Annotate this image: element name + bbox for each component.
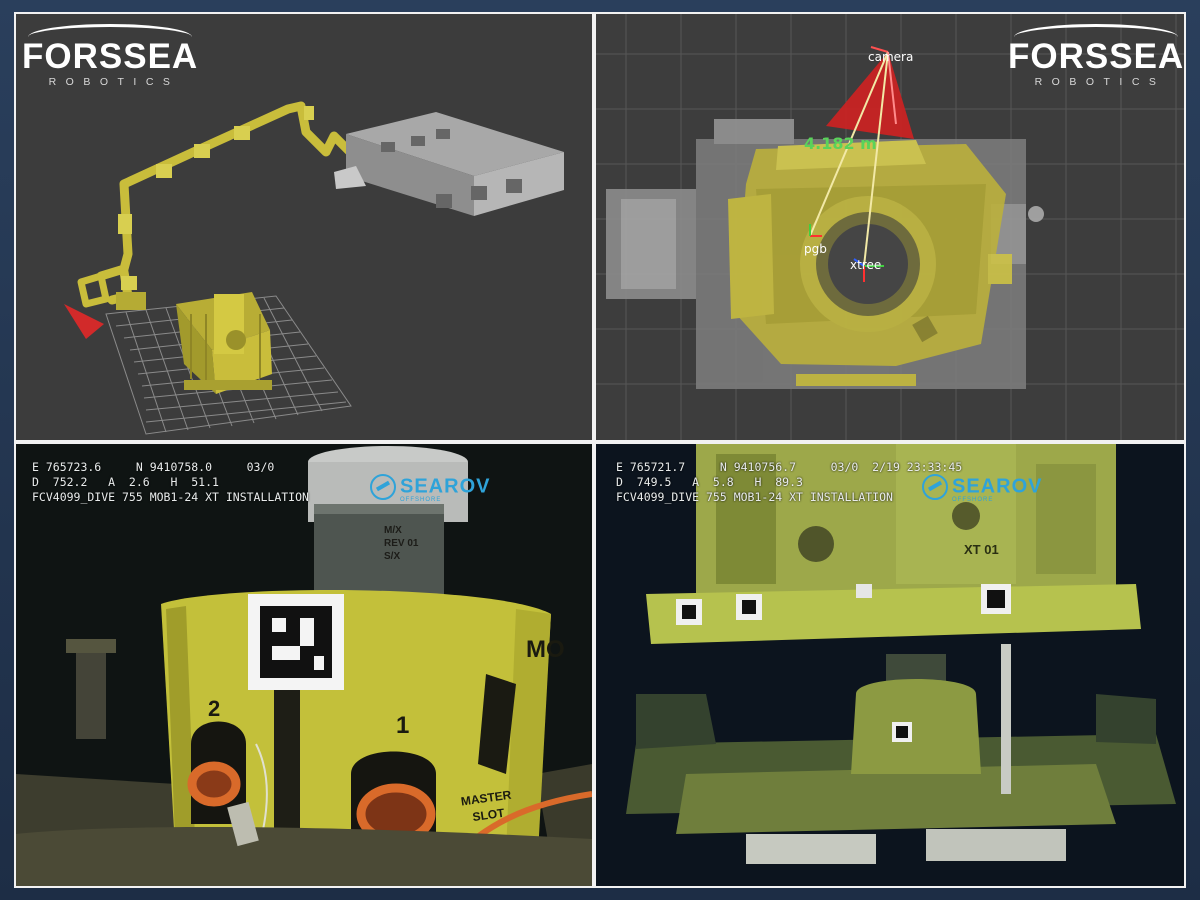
searov-emblem-icon <box>370 474 396 500</box>
forssea-logo: FORSSEA ROBOTICS <box>22 24 198 89</box>
rviz-overview-view[interactable]: FORSSEA ROBOTICS <box>16 14 592 440</box>
master-slot-label: MASTER SLOT <box>460 787 513 825</box>
logo-tagline: ROBOTICS <box>1034 76 1166 88</box>
searov-logo-text: SEAROV <box>952 475 1043 498</box>
searov-logo-subtext: OFFSHORE <box>400 497 442 503</box>
logo-brand-text: FORSSEA <box>1008 37 1184 76</box>
tree-mandrel <box>308 446 468 594</box>
camera-frame-label: camera <box>868 50 914 64</box>
hud-depth-line: D 752.2 A 2.6 H 51.1 <box>32 475 219 489</box>
hud-position-line: E 765723.6 N 9410758.0 03/0 <box>32 460 275 474</box>
camera-frustum-icon <box>64 304 104 339</box>
quad-view-container: FORSSEA ROBOTICS camera 4.182 m pgb xtre… <box>14 12 1186 888</box>
forssea-logo: FORSSEA ROBOTICS <box>1008 24 1184 89</box>
feed-right-scene <box>596 444 1184 886</box>
rov-camera-feed-left[interactable]: 2 1 MO MASTER SLOT M/X REV 01 S/X E 7657… <box>16 444 592 886</box>
hud-dive-line: FCV4099_DIVE 755 MOB1-24 XT INSTALLATION <box>616 490 893 504</box>
rov-camera-feed-right[interactable]: XT 01 E 765721.7 N 9410756.7 03/0 2/19 2… <box>596 444 1184 886</box>
hud-overlay: E 765721.7 N 9410756.7 03/0 2/19 23:33:4… <box>616 460 962 505</box>
searov-logo-subtext: OFFSHORE <box>952 497 994 503</box>
logo-arc <box>28 24 192 37</box>
logo-tagline: ROBOTICS <box>48 76 180 88</box>
searov-logo-text: SEAROV <box>400 475 491 498</box>
hud-dive-line: FCV4099_DIVE 755 MOB1-24 XT INSTALLATION <box>32 490 309 504</box>
slot-number-2: 2 <box>208 696 221 721</box>
xtree-structure <box>176 292 272 394</box>
slot-number-1: 1 <box>396 712 410 739</box>
distance-label: 4.182 m <box>804 134 877 153</box>
searov-logo: SEAROV OFFSHORE <box>370 474 490 503</box>
hud-position-line: E 765721.7 N 9410756.7 03/0 2/19 23:33:4… <box>616 460 963 474</box>
hud-overlay: E 765723.6 N 9410758.0 03/0 D 752.2 A 2.… <box>32 460 309 505</box>
tree-id-tag: XT 01 <box>964 542 999 557</box>
logo-brand-text: FORSSEA <box>22 37 199 76</box>
funnel-marking: MO <box>526 636 565 663</box>
hud-depth-line: D 749.5 A 5.8 H 89.3 <box>616 475 803 489</box>
logo-arc <box>1014 24 1178 37</box>
manifold-structure <box>334 112 564 216</box>
pgb-frame-label: pgb <box>804 242 827 256</box>
searov-emblem-icon <box>922 474 948 500</box>
pipe-clamps <box>116 106 314 310</box>
rviz-pose-view[interactable]: camera 4.182 m pgb xtree FORSSEA ROBOTIC… <box>596 14 1184 440</box>
searov-logo: SEAROV OFFSHORE <box>922 474 1042 503</box>
xtree-frame-label: xtree <box>850 258 882 272</box>
background-pillar <box>76 649 106 739</box>
jumper-pipe <box>77 101 361 308</box>
aruco-marker-icon <box>248 594 344 690</box>
mandrel-plate-text: M/X REV 01 S/X <box>384 525 419 562</box>
